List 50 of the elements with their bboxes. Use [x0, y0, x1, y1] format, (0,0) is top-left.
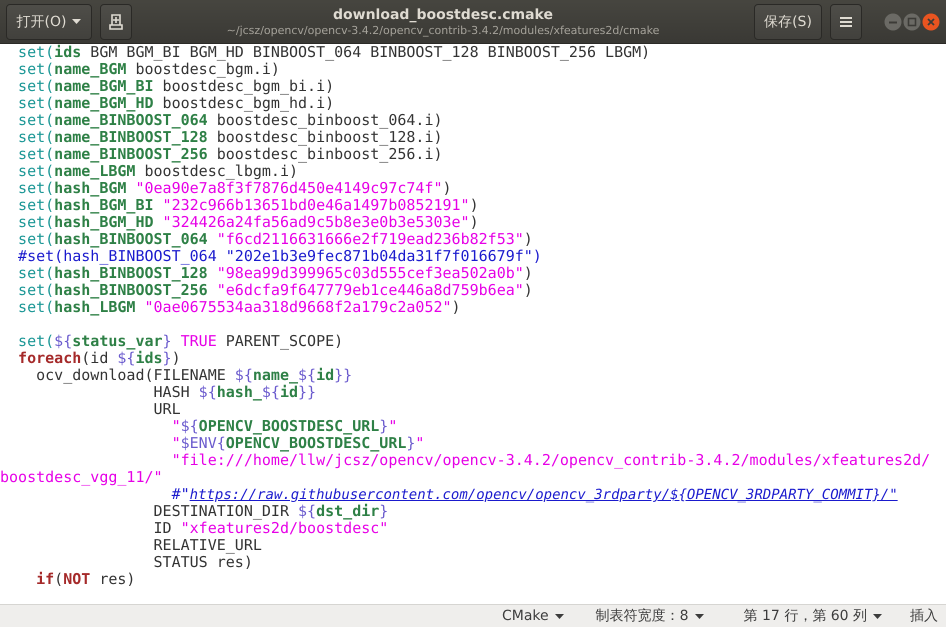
code-line: ID "xfeatures2d/boostdesc" [154, 520, 388, 537]
window-title: download_boostdesc.cmake [333, 6, 553, 24]
caret-icon [694, 614, 704, 618]
caret-icon [72, 19, 82, 24]
code-line: set(name_BINBOOST_128 boostdesc_binboost_128.i) [18, 129, 443, 146]
code-line: "file:///home/llw/jcsz/opencv/opencv-3.4.2/opencv_contrib-3.4.2/modules/xfeatures2d/ [172, 452, 930, 469]
code-line: set(name_BINBOOST_256 boostdesc_binboost_256.i) [18, 146, 443, 163]
code-line: "${OPENCV_BOOSTDESC_URL}" [172, 418, 398, 435]
code-line: DESTINATION_DIR ${dst_dir} [154, 503, 388, 520]
menu-button[interactable] [830, 4, 862, 40]
code-line: set(hash_BGM_BI "232c966b13651bd0e46a1497b0852191") [18, 197, 479, 214]
code-line: #"https://raw.githubusercontent.com/opencv/opencv_3rdparty/${OPENCV_3RDPARTY_COMMIT}/" [172, 486, 898, 503]
file-path: ~/jcsz/opencv/opencv-3.4.2/opencv_contrib-3.4.2/modules/xfeatures2d/cmake [226, 24, 660, 38]
code-line: set(hash_BINBOOST_128 "98ea99d399965c03d555cef3ea502a0b") [18, 265, 533, 282]
code-line: set(${status_var} TRUE PARENT_SCOPE) [18, 333, 344, 350]
code-line: URL [154, 401, 181, 418]
code-line: set(ids BGM BGM_BI BGM_HD BINBOOST_064 BINBOOST_128 BINBOOST_256 LBGM) [18, 44, 650, 61]
document-add-icon [108, 14, 124, 30]
code-line: set(name_LBGM boostdesc_lbgm.i) [18, 163, 298, 180]
code-line: HASH ${hash_${id}} [154, 384, 316, 401]
language-selector[interactable]: CMake [498, 608, 568, 624]
code-line: if(NOT res) [36, 571, 136, 588]
caret-icon [873, 614, 882, 618]
code-line: "$ENV{OPENCV_BOOSTDESC_URL}" [172, 435, 424, 452]
close-button[interactable] [922, 12, 940, 30]
code-line: boostdesc_vgg_11/" [0, 469, 163, 486]
code-line: set(name_BINBOOST_064 boostdesc_binboost_064.i) [18, 112, 443, 129]
code-line: set(name_BGM boostdesc_bgm.i) [18, 61, 280, 78]
code-line: set(name_BGM_HD boostdesc_bgm_hd.i) [18, 95, 334, 112]
minimize-button[interactable] [884, 12, 902, 30]
maximize-button[interactable] [903, 12, 921, 30]
code-line: RELATIVE_URL [154, 537, 262, 554]
code-line: STATUS res) [154, 554, 253, 571]
code-line: ocv_download(FILENAME ${name_${id}} [36, 367, 352, 384]
code-line: set(hash_LBGM "0ae0675534aa318d9668f2a179c2a052") [18, 299, 461, 316]
save-button[interactable]: 保存(S) [754, 4, 822, 40]
menu-icon [839, 16, 853, 28]
tab-width-selector[interactable]: 制表符宽度：8 [592, 607, 708, 625]
code-line: set(hash_BGM "0ea90e7a8f3f7876d450e4149c97c74f") [18, 180, 452, 197]
insert-mode-label: 插入 [910, 607, 938, 625]
code-line: foreach(id ${ids}) [18, 350, 181, 367]
new-document-button[interactable] [100, 4, 132, 40]
cursor-position-selector[interactable]: 第 17 行，第 60 列 [740, 607, 886, 625]
code-line: set(hash_BINBOOST_256 "e6dcfa9f647779eb1ce446a8d759b6ea") [18, 282, 533, 299]
code-line: #set(hash_BINBOOST_064 "202e1b3e9fec871b04da31f7f016679f") [18, 248, 542, 265]
caret-icon [554, 614, 564, 618]
code-line: set(hash_BINBOOST_064 "f6cd2116631666e2f719ead236b82f53") [18, 231, 533, 248]
code-line: set(name_BGM_BI boostdesc_bgm_bi.i) [18, 78, 334, 95]
code-line: set(hash_BGM_HD "324426a24fa56ad9c5b8e3e0b3e5303e") [18, 214, 479, 231]
open-button[interactable]: 打开(O) [6, 4, 92, 40]
